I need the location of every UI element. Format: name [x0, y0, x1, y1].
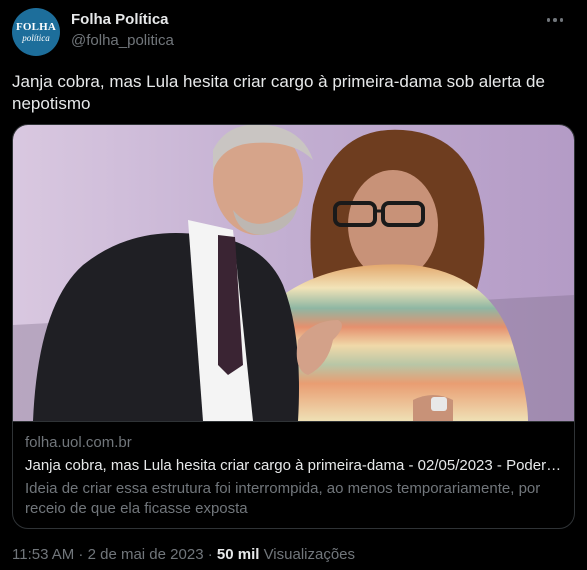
meta-separator: ·	[74, 546, 88, 563]
tweet-meta: 11:53 AM · 2 de mai de 2023 · 50 mil Vis…	[12, 546, 355, 563]
card-title[interactable]: Janja cobra, mas Lula hesita criar cargo…	[25, 457, 565, 474]
avatar-logo-sub: política	[22, 32, 50, 43]
user-handle[interactable]: @folha_politica	[71, 32, 174, 49]
card-body: folha.uol.com.br Janja cobra, mas Lula h…	[13, 421, 574, 528]
card-domain: folha.uol.com.br	[25, 434, 132, 451]
views-count: 50 mil	[216, 546, 260, 563]
more-icon[interactable]	[541, 10, 569, 30]
link-card[interactable]: folha.uol.com.br Janja cobra, mas Lula h…	[12, 124, 575, 529]
avatar-logo: FOLHA	[15, 20, 57, 33]
tweet-text: Janja cobra, mas Lula hesita criar cargo…	[12, 72, 545, 113]
tweet-date[interactable]: 2 de mai de 2023	[88, 546, 204, 563]
tweet-time[interactable]: 11:53 AM	[12, 546, 74, 563]
card-description: Ideia de criar essa estrutura foi interr…	[25, 480, 541, 517]
card-photo	[13, 125, 574, 421]
meta-separator: ·	[203, 546, 217, 563]
views-label: Visualizações	[259, 546, 356, 563]
display-name[interactable]: Folha Política	[71, 11, 169, 28]
avatar[interactable]: FOLHA política	[12, 8, 60, 56]
